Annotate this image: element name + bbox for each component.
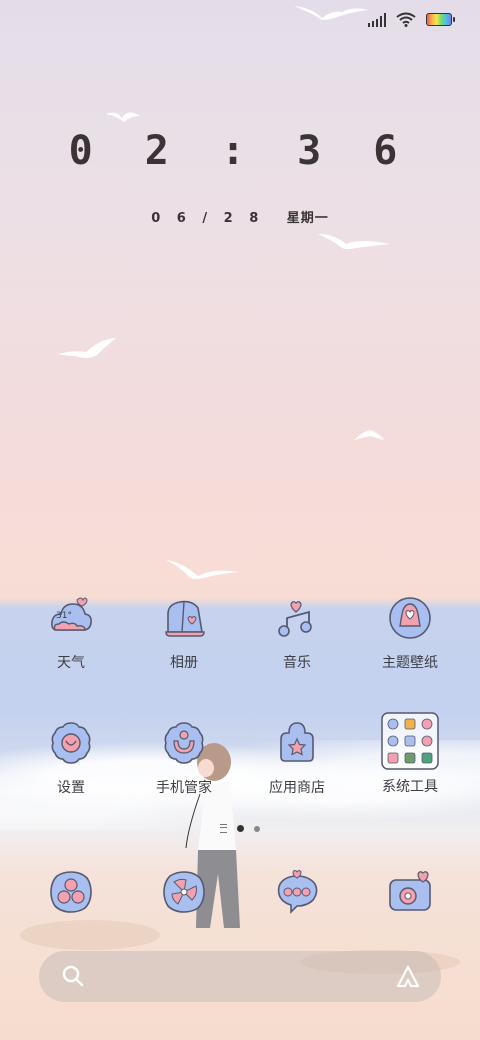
page-dot-active[interactable]	[237, 825, 244, 832]
dock-messages[interactable]	[241, 868, 353, 916]
assistant-icon[interactable]	[395, 964, 421, 990]
search-icon[interactable]	[61, 964, 85, 988]
app-music[interactable]: 音乐	[241, 594, 353, 672]
app-security[interactable]: 手机管家	[128, 719, 240, 797]
themes-icon	[389, 597, 431, 639]
weather-icon: 31°	[51, 597, 92, 631]
browser-icon	[163, 871, 205, 913]
search-input[interactable]	[99, 963, 373, 991]
battery-icon	[426, 13, 455, 26]
app-label: 音乐	[283, 655, 311, 671]
seagull-illustration	[166, 560, 238, 579]
app-label: 应用商店	[269, 780, 325, 796]
page-list-icon[interactable]	[220, 824, 227, 833]
sand-shadow	[20, 920, 160, 950]
weather-temp: 31°	[56, 611, 72, 621]
folder-system-tools[interactable]: 系统工具	[354, 712, 466, 796]
gallery-icon	[165, 600, 205, 637]
weekday-text: 星期一	[286, 211, 329, 226]
messages-icon	[277, 870, 318, 914]
seagull-illustration	[106, 112, 140, 122]
seagull-illustration	[354, 430, 384, 440]
dock-camera[interactable]	[354, 868, 466, 916]
dock-phone[interactable]	[15, 868, 127, 916]
app-settings[interactable]: 设置	[15, 719, 127, 797]
app-label: 设置	[57, 780, 85, 796]
app-label: 主题壁纸	[382, 655, 438, 671]
app-weather[interactable]: 31° 天气	[15, 594, 127, 672]
page-dot[interactable]	[254, 825, 260, 832]
app-store-icon	[280, 722, 314, 762]
cellular-signal-icon	[368, 12, 386, 27]
status-bar	[368, 12, 455, 27]
seagull-illustration	[318, 234, 390, 249]
app-label: 系统工具	[382, 779, 438, 795]
app-gallery[interactable]: 相册	[128, 594, 240, 672]
security-icon	[164, 722, 204, 764]
phone-icon	[50, 871, 92, 913]
music-icon	[278, 601, 312, 637]
page-indicator[interactable]	[0, 824, 480, 833]
app-store[interactable]: 应用商店	[241, 719, 353, 797]
wifi-icon	[396, 12, 416, 27]
clock-time[interactable]: 0 2 : 3 6	[0, 128, 480, 174]
dock-browser[interactable]	[128, 868, 240, 916]
home-screen: 0 2 : 3 6 0 6 / 2 8 星期一 31° 天气 相册 音乐 主题壁…	[0, 0, 480, 1040]
search-bar[interactable]	[39, 951, 441, 1002]
app-label: 相册	[170, 655, 198, 671]
clock-date[interactable]: 0 6 / 2 8 星期一	[0, 207, 480, 226]
settings-icon	[51, 722, 91, 764]
app-label: 天气	[57, 655, 85, 671]
system-tools-folder-icon	[381, 712, 439, 770]
seagull-illustration	[58, 338, 116, 358]
date-text: 0 6 / 2 8	[151, 211, 265, 226]
camera-icon	[389, 871, 431, 911]
app-themes[interactable]: 主题壁纸	[354, 594, 466, 672]
seagull-illustration	[294, 6, 368, 20]
app-label: 手机管家	[156, 780, 212, 796]
